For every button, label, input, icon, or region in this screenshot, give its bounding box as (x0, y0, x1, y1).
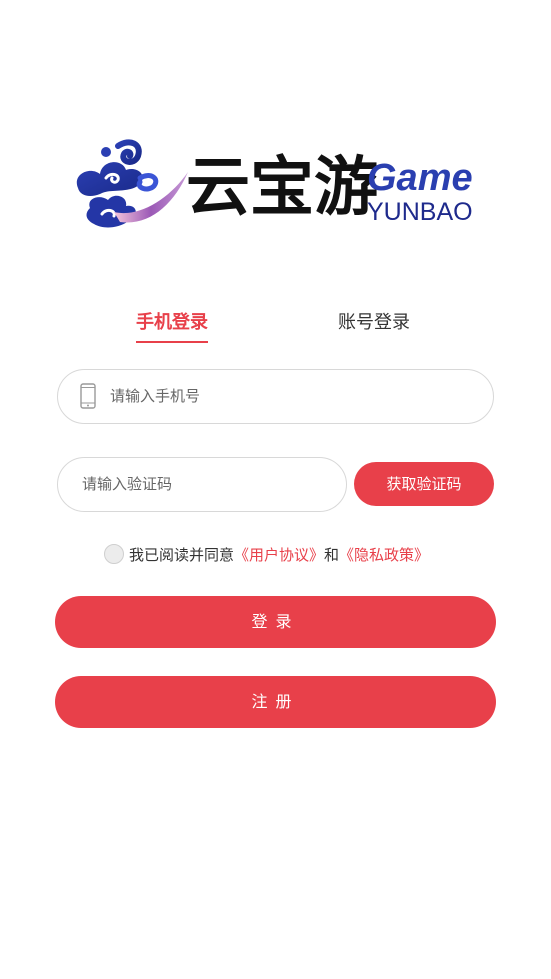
tab-phone-login[interactable]: 手机登录 (136, 308, 208, 343)
agreement-prefix: 我已阅读并同意 (129, 546, 235, 564)
user-agreement-link[interactable]: 《用户协议》 (234, 546, 324, 564)
tab-account-login[interactable]: 账号登录 (338, 308, 410, 338)
agreement-checkbox[interactable] (104, 544, 124, 564)
phone-field (57, 369, 494, 424)
agreement-conjunction: 和 (324, 546, 340, 564)
login-tabs: 手机登录 账号登录 (0, 308, 551, 348)
cloud-emblem-icon (76, 139, 188, 228)
verification-code-input[interactable] (82, 458, 332, 510)
mobile-phone-icon (80, 383, 96, 409)
logo-game-text: Game (367, 157, 473, 199)
phone-input[interactable] (110, 370, 470, 422)
verification-code-field (57, 457, 347, 512)
login-button[interactable]: 登录 (55, 596, 496, 648)
privacy-policy-link[interactable]: 《隐私政策》 (339, 546, 429, 564)
register-button[interactable]: 注册 (55, 676, 496, 728)
logo-english-text: Game YUNBAO (367, 158, 487, 226)
app-logo: 云宝游 Game YUNBAO (70, 138, 490, 238)
agreement-row: 我已阅读并同意《用户协议》和《隐私政策》 (104, 542, 429, 568)
logo-chinese-text: 云宝游 (186, 151, 378, 225)
get-code-button[interactable]: 获取验证码 (354, 462, 494, 506)
logo-yunbao-text: YUNBAO (367, 198, 473, 226)
